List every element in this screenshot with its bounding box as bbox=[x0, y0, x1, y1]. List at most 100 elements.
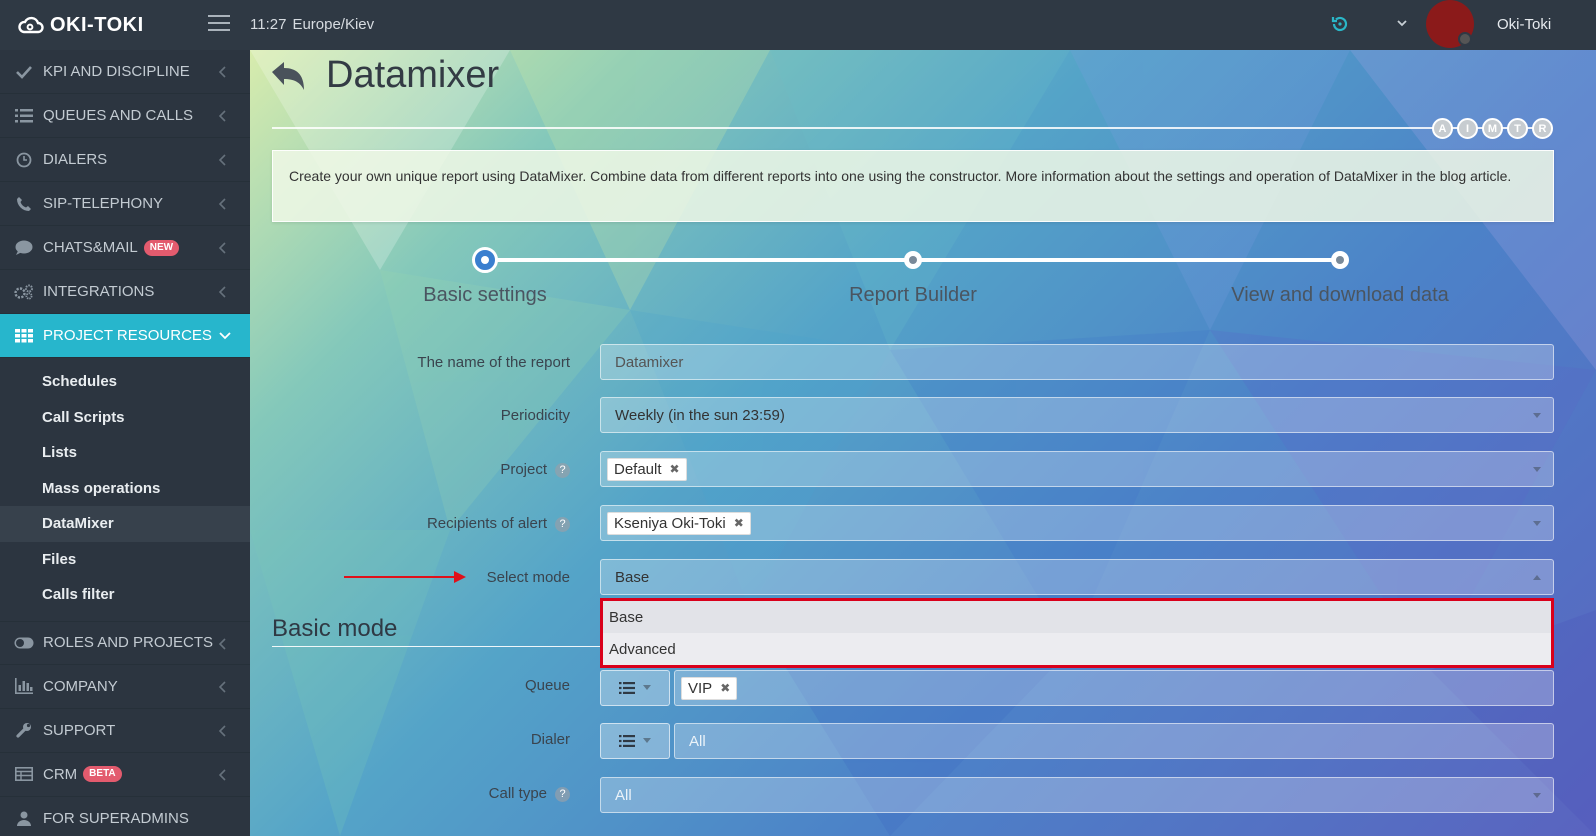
remove-tag-icon[interactable]: ✖ bbox=[720, 681, 730, 695]
project-select[interactable]: Default ✖ bbox=[600, 451, 1554, 487]
sidebar-item-crm[interactable]: CRM BETA bbox=[0, 753, 250, 797]
sidebar-item-integrations[interactable]: INTEGRATIONS bbox=[0, 270, 250, 314]
dialer-label: Dialer bbox=[530, 731, 570, 748]
queue-tag-label: VIP bbox=[688, 679, 713, 697]
sidebar-item-superadmins[interactable]: FOR SUPERADMINS bbox=[0, 797, 250, 836]
sidebar-item-project-resources[interactable]: PROJECT RESOURCES bbox=[0, 314, 250, 358]
remove-tag-icon[interactable]: ✖ bbox=[670, 462, 680, 476]
step-3-dot[interactable] bbox=[1331, 251, 1349, 269]
submenu-lists[interactable]: Lists bbox=[0, 435, 250, 471]
queue-tag: VIP ✖ bbox=[681, 676, 738, 700]
list-icon bbox=[619, 682, 635, 694]
phone-icon bbox=[14, 195, 34, 213]
cogs-icon bbox=[14, 283, 34, 301]
select-mode-label: Select mode bbox=[486, 569, 570, 586]
report-name-label: The name of the report bbox=[417, 354, 570, 371]
dialer-select[interactable]: All bbox=[674, 723, 1554, 759]
new-badge: NEW bbox=[143, 239, 180, 256]
caret-down-icon bbox=[1533, 793, 1541, 798]
menu-toggle-icon[interactable] bbox=[208, 15, 230, 33]
sidebar-item-kpi[interactable]: KPI AND DISCIPLINE bbox=[0, 50, 250, 94]
role-circles: A I M T R bbox=[1432, 118, 1553, 139]
select-mode-select[interactable]: Base bbox=[600, 559, 1554, 595]
chevron-left-icon bbox=[218, 637, 226, 650]
sidebar-item-support[interactable]: SUPPORT bbox=[0, 709, 250, 753]
beta-badge: BETA bbox=[83, 766, 122, 782]
list-icon bbox=[619, 735, 635, 747]
clock-icon bbox=[14, 151, 34, 169]
sidebar-item-label: FOR SUPERADMINS bbox=[43, 809, 189, 827]
queue-select[interactable]: VIP ✖ bbox=[674, 670, 1554, 706]
recipients-label-text: Recipients of alert bbox=[426, 515, 547, 532]
help-icon[interactable]: ? bbox=[555, 786, 570, 802]
avatar[interactable] bbox=[1426, 0, 1474, 48]
report-name-input[interactable]: Datamixer bbox=[600, 344, 1554, 380]
grid-icon bbox=[14, 327, 34, 345]
step-1-dot[interactable] bbox=[472, 247, 498, 273]
submenu-schedules[interactable]: Schedules bbox=[0, 364, 250, 400]
step-2-dot[interactable] bbox=[904, 251, 922, 269]
submenu-datamixer[interactable]: DataMixer bbox=[0, 506, 250, 542]
chevron-left-icon bbox=[218, 198, 226, 210]
user-name[interactable]: Oki-Toki bbox=[1497, 16, 1551, 33]
info-box: Create your own unique report using Data… bbox=[272, 150, 1554, 222]
remove-tag-icon[interactable]: ✖ bbox=[734, 516, 744, 530]
step-2-label[interactable]: Report Builder bbox=[849, 284, 977, 307]
circle-i[interactable]: I bbox=[1457, 118, 1478, 139]
recipients-label: Recipients of alert? bbox=[250, 515, 570, 532]
project-tag: Default ✖ bbox=[607, 457, 687, 481]
chevron-down-icon[interactable] bbox=[1395, 16, 1409, 30]
sidebar-item-dialers[interactable]: DIALERS bbox=[0, 138, 250, 182]
circle-a[interactable]: A bbox=[1432, 118, 1453, 139]
project-resources-submenu: Schedules Call Scripts Lists Mass operat… bbox=[0, 358, 250, 621]
sidebar-item-sip[interactable]: SIP-TELEPHONY bbox=[0, 182, 250, 226]
sidebar-item-company[interactable]: COMPANY bbox=[0, 665, 250, 709]
sidebar-item-queues[interactable]: QUEUES AND CALLS bbox=[0, 94, 250, 138]
option-advanced[interactable]: Advanced bbox=[603, 633, 1551, 665]
step-3-label[interactable]: View and download data bbox=[1231, 284, 1449, 307]
circle-t[interactable]: T bbox=[1507, 118, 1528, 139]
sidebar-item-label: SUPPORT bbox=[43, 721, 116, 739]
caret-down-icon bbox=[643, 685, 651, 690]
list-icon bbox=[14, 107, 34, 125]
sidebar-item-chats[interactable]: CHATS&MAIL NEW bbox=[0, 226, 250, 270]
submenu-calls-filter[interactable]: Calls filter bbox=[0, 577, 250, 613]
circle-r[interactable]: R bbox=[1532, 118, 1553, 139]
chevron-left-icon bbox=[218, 242, 226, 254]
submenu-files[interactable]: Files bbox=[0, 542, 250, 578]
history-icon[interactable] bbox=[1330, 14, 1350, 34]
caret-down-icon bbox=[1533, 467, 1541, 472]
logo-text: OKI-TOKI bbox=[50, 13, 144, 36]
sidebar-item-label: INTEGRATIONS bbox=[43, 283, 155, 300]
caret-down-icon bbox=[1533, 521, 1541, 526]
recipients-select[interactable]: Kseniya Oki-Toki ✖ bbox=[600, 505, 1554, 541]
periodicity-select[interactable]: Weekly (in the sun 23:59) bbox=[600, 397, 1554, 433]
sidebar-item-label: PROJECT RESOURCES bbox=[43, 327, 212, 344]
help-icon[interactable]: ? bbox=[555, 462, 570, 478]
step-1-label[interactable]: Basic settings bbox=[423, 284, 546, 307]
recipient-tag-label: Kseniya Oki-Toki bbox=[614, 514, 726, 532]
call-type-select[interactable]: All bbox=[600, 777, 1554, 813]
chat-icon bbox=[14, 239, 34, 257]
chevron-left-icon bbox=[218, 724, 226, 737]
call-type-placeholder: All bbox=[615, 786, 632, 804]
circle-m[interactable]: M bbox=[1482, 118, 1503, 139]
sidebar-item-roles[interactable]: ROLES AND PROJECTS bbox=[0, 620, 250, 665]
queue-list-button[interactable] bbox=[600, 670, 670, 706]
submenu-call-scripts[interactable]: Call Scripts bbox=[0, 400, 250, 436]
chevron-left-icon bbox=[218, 286, 226, 298]
periodicity-label: Periodicity bbox=[500, 407, 570, 424]
bar-chart-icon bbox=[14, 677, 34, 695]
submenu-mass-operations[interactable]: Mass operations bbox=[0, 471, 250, 507]
clock-time: 11:27 bbox=[250, 16, 287, 33]
sidebar: KPI AND DISCIPLINE QUEUES AND CALLS DIAL… bbox=[0, 50, 250, 836]
caret-up-icon bbox=[1533, 575, 1541, 580]
top-bar: OKI-TOKI 11:27 Europe/Kiev Oki-Toki bbox=[0, 0, 1596, 50]
logo[interactable]: OKI-TOKI bbox=[18, 12, 144, 38]
back-arrow-icon[interactable] bbox=[270, 60, 306, 92]
report-name-value: Datamixer bbox=[615, 353, 684, 371]
dialer-list-button[interactable] bbox=[600, 723, 670, 759]
cloud-logo-icon bbox=[18, 16, 44, 34]
help-icon[interactable]: ? bbox=[555, 516, 570, 532]
option-base[interactable]: Base bbox=[603, 601, 1551, 633]
